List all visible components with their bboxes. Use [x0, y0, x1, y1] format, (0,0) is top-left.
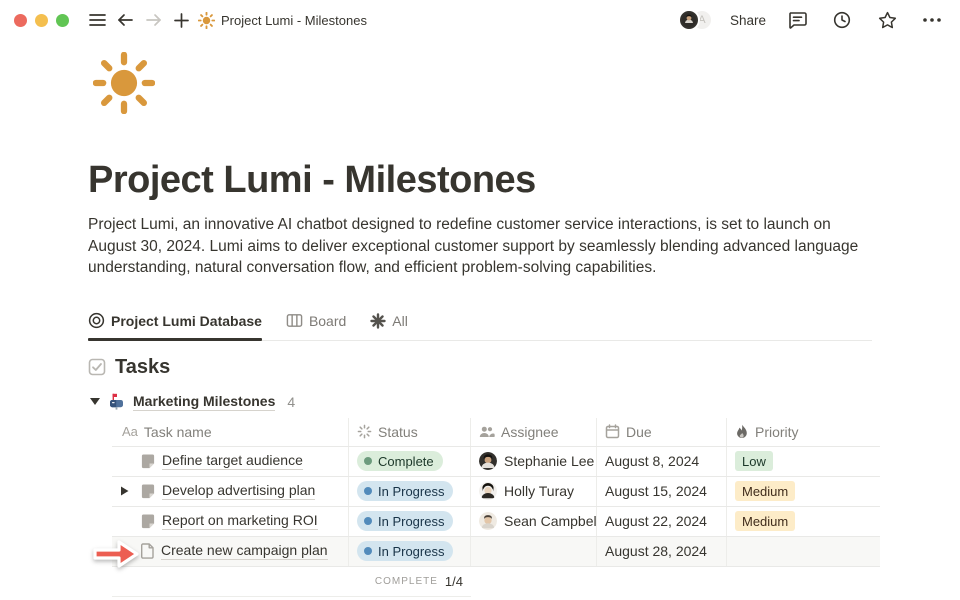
tab-label: Board	[309, 313, 346, 329]
disclosure-triangle-icon[interactable]	[90, 397, 100, 406]
due-cell[interactable]: August 28, 2024	[597, 537, 727, 566]
table-row[interactable]: Develop advertising plan In Progress Hol…	[112, 477, 880, 507]
tasks-table: Aa Task name Status Assignee Due	[112, 418, 880, 597]
table-row[interactable]: Report on marketing ROI In Progress Sean…	[112, 507, 880, 537]
database-target-icon	[88, 312, 105, 329]
task-cell[interactable]: Define target audience	[112, 447, 349, 476]
assignee-avatar	[479, 512, 497, 530]
more-options-button[interactable]	[918, 6, 946, 34]
priority-tag-medium[interactable]: Medium	[735, 511, 795, 531]
expand-row-button[interactable]	[114, 481, 134, 501]
table-row[interactable]: Define target audience Complete Stephani…	[112, 447, 880, 477]
priority-cell[interactable]: Medium	[727, 507, 880, 536]
task-cell[interactable]: Develop advertising plan	[112, 477, 349, 506]
tab-all[interactable]: All	[370, 312, 408, 340]
table-header-row: Aa Task name Status Assignee Due	[112, 418, 880, 447]
status-dot	[364, 517, 372, 525]
table-row[interactable]: Create new campaign plan In Progress Aug…	[112, 537, 880, 567]
ellipsis-icon	[923, 18, 941, 22]
assignee-avatar	[479, 452, 497, 470]
status-pill-in-progress[interactable]: In Progress	[357, 511, 453, 531]
calc-value: 1/4	[445, 574, 463, 589]
column-header-assignee[interactable]: Assignee	[471, 418, 597, 446]
status-dot	[364, 457, 372, 465]
assignee-name: Stephanie Lee	[504, 453, 594, 469]
priority-tag-medium[interactable]: Medium	[735, 481, 795, 501]
assignee-name: Holly Turay	[504, 483, 574, 499]
page-doc-icon	[140, 483, 156, 499]
assignee-cell[interactable]: Holly Turay	[471, 477, 597, 506]
collaborator-avatars[interactable]: A	[678, 9, 713, 31]
column-header-status[interactable]: Status	[349, 418, 471, 446]
status-burst-icon	[357, 424, 372, 439]
flame-icon	[735, 424, 749, 440]
tab-label: All	[392, 313, 408, 329]
board-view-icon	[286, 312, 303, 329]
page-doc-icon	[140, 513, 156, 529]
page-title[interactable]: Project Lumi - Milestones	[88, 158, 872, 202]
assignee-cell[interactable]: Stephanie Lee	[471, 447, 597, 476]
mailbox-icon	[108, 393, 125, 410]
page-empty-icon	[140, 543, 155, 559]
assignee-cell-empty[interactable]	[471, 537, 597, 566]
task-title[interactable]: Create new campaign plan	[161, 542, 328, 560]
star-icon	[878, 11, 897, 29]
status-cell[interactable]: In Progress	[349, 507, 471, 536]
close-window-button[interactable]	[14, 14, 27, 27]
checkbox-icon	[88, 358, 106, 376]
due-cell[interactable]: August 15, 2024	[597, 477, 727, 506]
view-tabs: Project Lumi Database Board All	[88, 312, 872, 341]
page-description[interactable]: Project Lumi, an innovative AI chatbot d…	[88, 214, 872, 279]
assignee-cell[interactable]: Sean Campbell	[471, 507, 597, 536]
text-property-icon: Aa	[122, 424, 138, 439]
task-title[interactable]: Develop advertising plan	[162, 482, 315, 500]
status-pill-in-progress[interactable]: In Progress	[357, 481, 453, 501]
task-title[interactable]: Define target audience	[162, 452, 303, 470]
tab-board[interactable]: Board	[286, 312, 346, 340]
column-header-priority[interactable]: Priority	[727, 418, 880, 446]
priority-cell[interactable]: Medium	[727, 477, 880, 506]
tab-label: Project Lumi Database	[111, 313, 262, 329]
task-cell[interactable]: Report on marketing ROI	[112, 507, 349, 536]
status-dot	[364, 487, 372, 495]
assignee-name: Sean Campbell	[504, 513, 597, 529]
status-column-calculation[interactable]: COMPLETE 1/4	[112, 567, 471, 597]
status-pill-complete[interactable]: Complete	[357, 451, 443, 471]
group-header-marketing-milestones[interactable]: Marketing Milestones 4	[90, 393, 872, 411]
minimize-window-button[interactable]	[35, 14, 48, 27]
page-content: Project Lumi - Milestones Project Lumi, …	[88, 0, 872, 597]
status-cell[interactable]: In Progress	[349, 477, 471, 506]
zoom-window-button[interactable]	[56, 14, 69, 27]
status-cell[interactable]: In Progress	[349, 537, 471, 566]
group-count: 4	[287, 394, 295, 410]
tasks-section-heading: Tasks	[88, 356, 872, 379]
priority-cell-empty[interactable]	[727, 537, 880, 566]
tasks-heading-label[interactable]: Tasks	[115, 356, 170, 379]
task-title[interactable]: Report on marketing ROI	[162, 512, 318, 530]
status-dot	[364, 547, 372, 555]
calendar-icon	[605, 424, 620, 439]
priority-tag-low[interactable]: Low	[735, 451, 773, 471]
favorite-button[interactable]	[873, 6, 901, 34]
calc-label: COMPLETE	[375, 576, 438, 587]
due-cell[interactable]: August 8, 2024	[597, 447, 727, 476]
asterisk-icon	[370, 313, 386, 329]
column-header-task-name[interactable]: Aa Task name	[112, 418, 349, 446]
assignee-avatar	[479, 482, 497, 500]
column-header-due[interactable]: Due	[597, 418, 727, 446]
traffic-lights	[14, 14, 69, 27]
status-cell[interactable]: Complete	[349, 447, 471, 476]
people-icon	[479, 425, 495, 439]
priority-cell[interactable]: Low	[727, 447, 880, 476]
pointer-arrow-icon	[90, 537, 142, 571]
page-doc-icon	[140, 453, 156, 469]
status-pill-in-progress[interactable]: In Progress	[357, 541, 453, 561]
due-cell[interactable]: August 22, 2024	[597, 507, 727, 536]
page-sun-icon[interactable]	[93, 52, 155, 114]
avatar	[678, 9, 700, 31]
task-cell[interactable]: Create new campaign plan	[112, 537, 349, 566]
tab-project-lumi-database[interactable]: Project Lumi Database	[88, 312, 262, 340]
group-name[interactable]: Marketing Milestones	[133, 393, 275, 411]
